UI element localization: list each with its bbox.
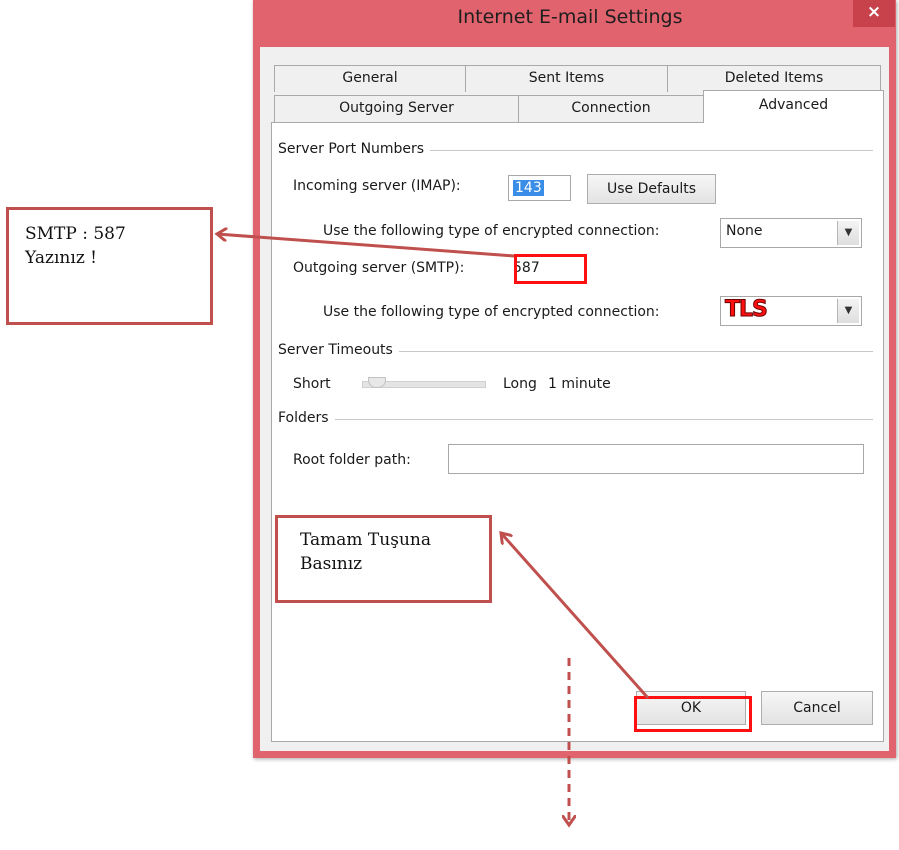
ok-arrow xyxy=(501,533,650,699)
smtp-arrow xyxy=(217,234,515,258)
annotation-arrows xyxy=(0,0,650,850)
tab-advanced[interactable]: Advanced xyxy=(703,90,884,123)
